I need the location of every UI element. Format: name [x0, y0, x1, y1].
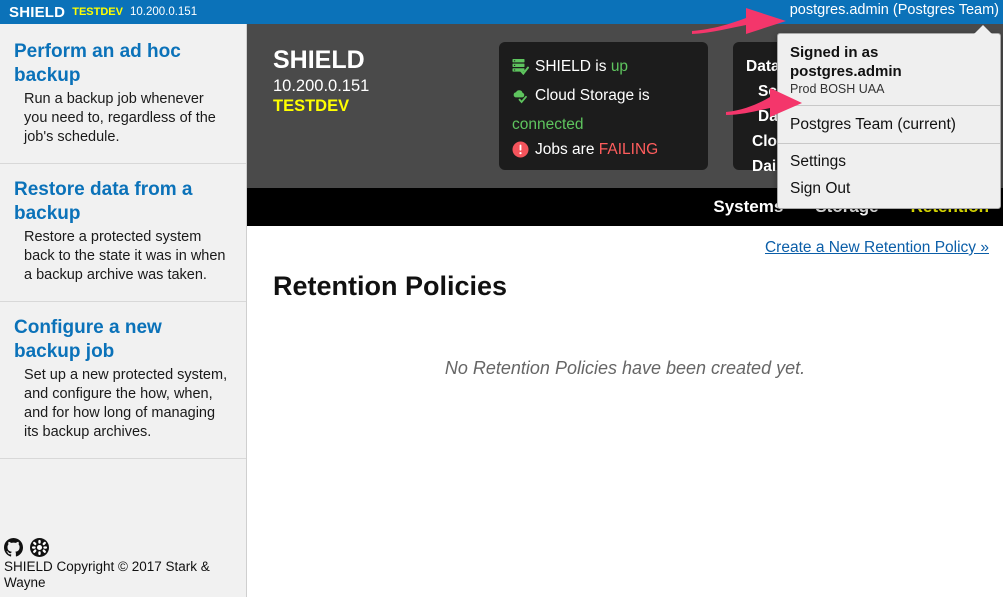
status-prefix-cloud: Cloud Storage is [535, 87, 650, 104]
status-line-shield: SHIELD is up [512, 54, 694, 83]
alert-circle-icon [512, 141, 529, 166]
user-dropdown-menu: Signed in as postgres.admin Prod BOSH UA… [777, 25, 1001, 209]
top-bar: SHIELD TESTDEV 10.200.0.151 postgres.adm… [0, 0, 1003, 24]
content-area: Create a New Retention Policy » Retentio… [247, 239, 1003, 379]
status-value-cloud: connected [512, 116, 584, 133]
dropdown-item-current-team[interactable]: Postgres Team (current) [778, 106, 1000, 143]
status-value-shield: up [610, 58, 629, 75]
copyright-text: SHIELD Copyright © 2017 Stark & Wayne [4, 559, 210, 590]
health-status-card: SHIELD is up Cloud Storage is connected [499, 42, 708, 170]
app-brand: SHIELD [9, 3, 66, 21]
help-item-title[interactable]: Perform an ad hoc backup [14, 40, 230, 88]
status-prefix-shield: SHIELD is [535, 58, 611, 75]
status-prefix-jobs: Jobs are [535, 141, 599, 158]
bug-icon[interactable] [30, 538, 49, 557]
server-address: 10.200.0.151 [129, 6, 198, 18]
dropdown-item-sign-out[interactable]: Sign Out [778, 175, 1000, 202]
help-item-ad-hoc-backup: Perform an ad hoc backup Run a backup jo… [0, 24, 246, 164]
sidebar-footer: SHIELD Copyright © 2017 Stark & Wayne [0, 532, 246, 597]
status-line-jobs: Jobs are FAILING [512, 137, 694, 166]
help-item-configure-job: Configure a new backup job Set up a new … [0, 302, 246, 459]
dropdown-actions: Settings Sign Out [778, 144, 1000, 208]
dropdown-caret-icon [974, 25, 992, 34]
status-line-cloud-storage: Cloud Storage is connected [512, 83, 694, 137]
server-check-icon [512, 58, 529, 83]
help-item-description: Restore a protected system back to the s… [24, 229, 226, 283]
status-value-jobs: FAILING [598, 141, 659, 158]
footer-icons [4, 538, 246, 557]
help-sidebar: Perform an ad hoc backup Run a backup jo… [0, 24, 247, 597]
nav-item-systems[interactable]: Systems [713, 197, 783, 217]
help-item-description: Set up a new protected system, and confi… [24, 367, 228, 440]
environment-badge: TESTDEV [72, 6, 123, 18]
page-title: Retention Policies [273, 271, 508, 301]
empty-state-message: No Retention Policies have been created … [444, 358, 806, 378]
create-retention-policy-link[interactable]: Create a New Retention Policy » [261, 239, 989, 257]
dropdown-header: Signed in as postgres.admin Prod BOSH UA… [778, 34, 1000, 105]
signed-in-as-label: Signed in as postgres.admin [790, 44, 902, 80]
dropdown-item-settings[interactable]: Settings [778, 148, 1000, 175]
app-root: SHIELD TESTDEV 10.200.0.151 postgres.adm… [0, 0, 1003, 597]
user-menu-trigger[interactable]: postgres.admin (Postgres Team) [790, 2, 999, 18]
help-item-title[interactable]: Restore data from a backup [14, 178, 230, 226]
cloud-check-icon [512, 87, 529, 112]
help-item-restore-data: Restore data from a backup Restore a pro… [0, 164, 246, 302]
help-item-description: Run a backup job whenever you need to, r… [24, 91, 216, 145]
github-icon[interactable] [4, 538, 23, 557]
help-item-title[interactable]: Configure a new backup job [14, 316, 230, 364]
tenant-subtitle: Prod BOSH UAA [790, 82, 885, 96]
